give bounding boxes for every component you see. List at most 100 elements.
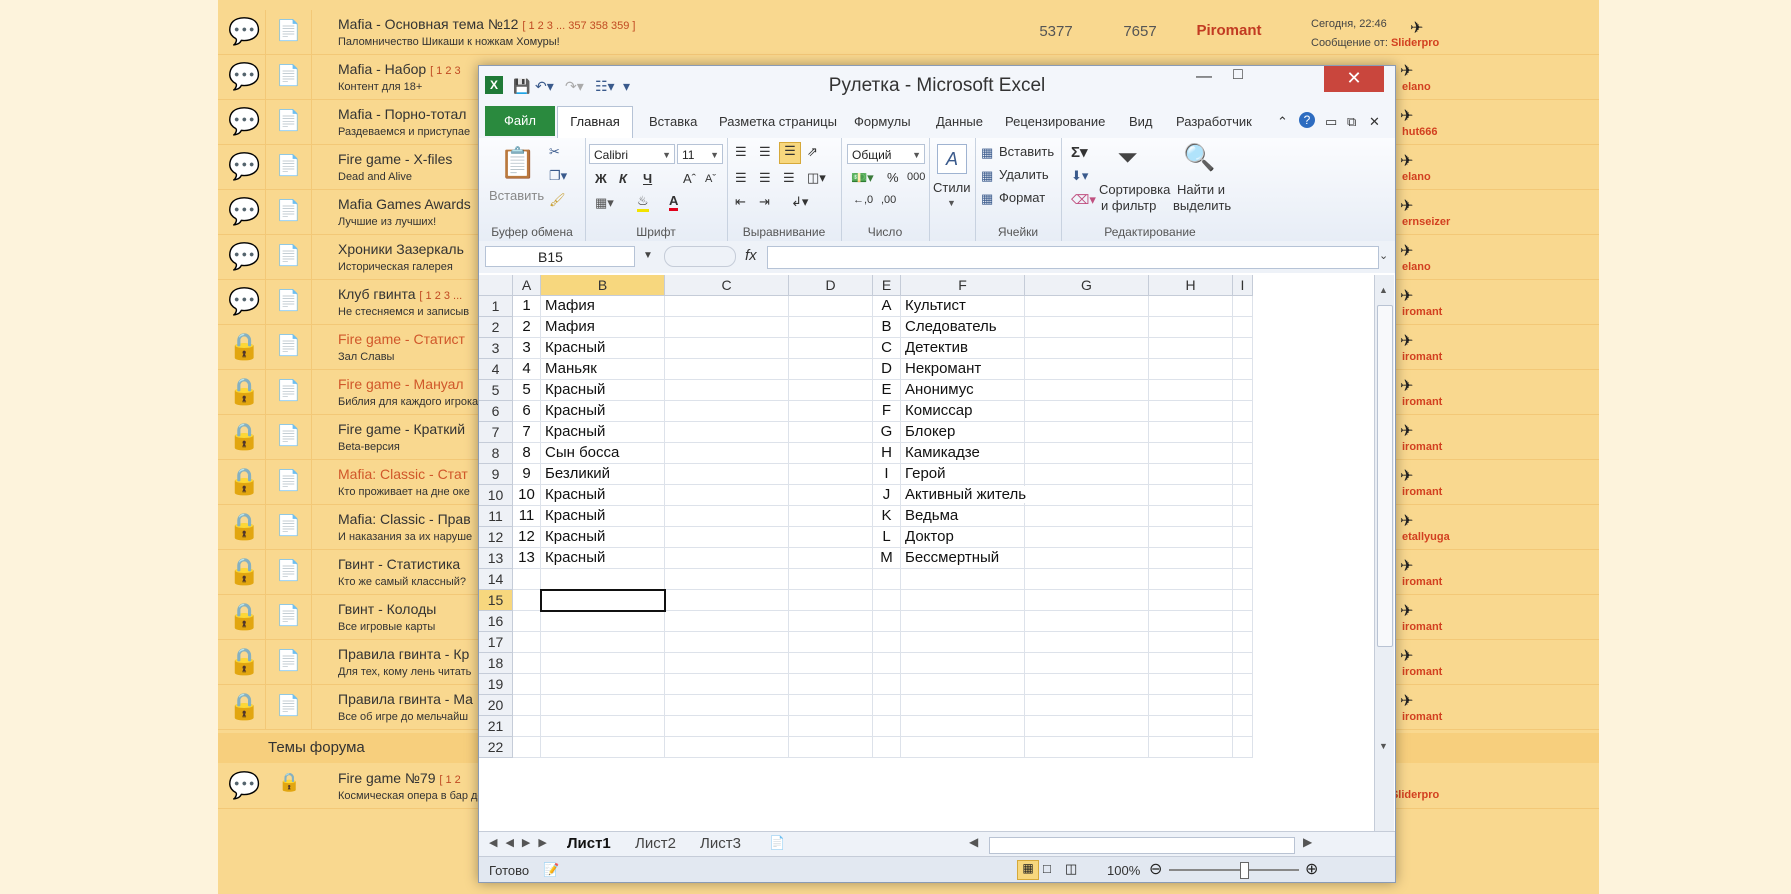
- forum-topic-link[interactable]: Fire game №79 [ 1 2: [338, 770, 461, 786]
- grow-font-icon[interactable]: Aˆ: [683, 171, 696, 186]
- go-to-post-icon[interactable]: ✈: [1400, 61, 1413, 81]
- bold-button[interactable]: Ж: [595, 171, 607, 186]
- selected-cell-b15[interactable]: [540, 589, 666, 612]
- cell-e3[interactable]: C: [873, 338, 901, 359]
- cell-i19[interactable]: [1233, 674, 1253, 695]
- cell-b19[interactable]: [541, 674, 665, 695]
- vertical-scrollbar[interactable]: ▲ ▼: [1374, 275, 1394, 831]
- cell-d12[interactable]: [789, 527, 873, 548]
- maximize-icon[interactable]: □: [1223, 66, 1253, 92]
- cell-d13[interactable]: [789, 548, 873, 569]
- cell-b12[interactable]: Красный: [541, 527, 665, 548]
- cell-h10[interactable]: [1149, 485, 1233, 506]
- row-header[interactable]: 2: [479, 317, 513, 338]
- cell-f9[interactable]: Герой: [901, 464, 1025, 485]
- font-size-select[interactable]: 11 ▼: [677, 144, 723, 164]
- doc-restore-icon[interactable]: ⧉: [1347, 114, 1356, 130]
- go-to-post-icon[interactable]: ✈: [1400, 196, 1413, 216]
- column-header-e[interactable]: E: [873, 275, 901, 296]
- tab-file[interactable]: Файл: [485, 106, 555, 136]
- forum-topic-link[interactable]: Mafia: Classic - Стат: [338, 466, 468, 482]
- zoom-in-icon[interactable]: ⊕: [1305, 859, 1318, 879]
- column-header-h[interactable]: H: [1149, 275, 1233, 296]
- row-header[interactable]: 22: [479, 737, 513, 758]
- cell-g16[interactable]: [1025, 611, 1149, 632]
- doc-close-icon[interactable]: ✕: [1369, 114, 1380, 130]
- go-to-post-icon[interactable]: ✈: [1410, 18, 1423, 38]
- column-header-a[interactable]: A: [513, 275, 541, 296]
- cell-f10[interactable]: Активный житель: [901, 485, 1027, 506]
- row-header[interactable]: 5: [479, 380, 513, 401]
- cell-g1[interactable]: [1025, 296, 1149, 317]
- forum-last-post-user[interactable]: iromant: [1402, 486, 1442, 498]
- cell-i14[interactable]: [1233, 569, 1253, 590]
- cell-d10[interactable]: [789, 485, 873, 506]
- cell-f14[interactable]: [901, 569, 1025, 590]
- cell-g4[interactable]: [1025, 359, 1149, 380]
- forum-last-post-user[interactable]: iromant: [1402, 396, 1442, 408]
- vertical-scrollbar-thumb[interactable]: [1377, 305, 1393, 647]
- select-all-corner[interactable]: [479, 275, 513, 296]
- cell-f5[interactable]: Анонимус: [901, 380, 1025, 401]
- row-header[interactable]: 15: [479, 590, 513, 611]
- format-cells-button[interactable]: Формат: [999, 190, 1045, 205]
- cell-a16[interactable]: [513, 611, 541, 632]
- cell-a9[interactable]: 9: [513, 464, 541, 485]
- zoom-slider-thumb[interactable]: [1240, 862, 1249, 879]
- align-top-icon[interactable]: ☰: [735, 144, 747, 160]
- fill-icon[interactable]: ⬇▾: [1071, 168, 1088, 184]
- forum-topic-link[interactable]: Fire game - X-files: [338, 151, 452, 167]
- cell-f8[interactable]: Камикадзе: [901, 443, 1025, 464]
- column-header-g[interactable]: G: [1025, 275, 1149, 296]
- go-to-post-icon[interactable]: ✈: [1400, 286, 1413, 306]
- cell-h8[interactable]: [1149, 443, 1233, 464]
- cell-i9[interactable]: [1233, 464, 1253, 485]
- cell-d19[interactable]: [789, 674, 873, 695]
- go-to-post-icon[interactable]: ✈: [1400, 151, 1413, 171]
- cell-a15[interactable]: [513, 590, 541, 611]
- cell-b20[interactable]: [541, 695, 665, 716]
- cell-h12[interactable]: [1149, 527, 1233, 548]
- cell-h16[interactable]: [1149, 611, 1233, 632]
- cell-a22[interactable]: [513, 737, 541, 758]
- cell-d18[interactable]: [789, 653, 873, 674]
- cell-d2[interactable]: [789, 317, 873, 338]
- horizontal-scrollbar[interactable]: [989, 837, 1295, 854]
- cell-d22[interactable]: [789, 737, 873, 758]
- cell-d14[interactable]: [789, 569, 873, 590]
- tab-page-layout[interactable]: Разметка страницы: [719, 114, 837, 129]
- cell-b21[interactable]: [541, 716, 665, 737]
- cell-i13[interactable]: [1233, 548, 1253, 569]
- paste-button[interactable]: Вставить: [489, 188, 544, 203]
- cell-i3[interactable]: [1233, 338, 1253, 359]
- autosum-icon[interactable]: Σ▾: [1071, 143, 1088, 161]
- forum-last-post-user[interactable]: elano: [1402, 171, 1431, 183]
- number-format-select[interactable]: Общий ▼: [847, 144, 925, 164]
- cell-g13[interactable]: [1025, 548, 1149, 569]
- cell-c1[interactable]: [665, 296, 789, 317]
- cell-g18[interactable]: [1025, 653, 1149, 674]
- cell-d4[interactable]: [789, 359, 873, 380]
- go-to-post-icon[interactable]: ✈: [1400, 466, 1413, 486]
- row-header[interactable]: 6: [479, 401, 513, 422]
- normal-view-icon[interactable]: ▦: [1017, 860, 1039, 880]
- cell-a4[interactable]: 4: [513, 359, 541, 380]
- row-header[interactable]: 19: [479, 674, 513, 695]
- cell-g19[interactable]: [1025, 674, 1149, 695]
- go-to-post-icon[interactable]: ✈: [1400, 241, 1413, 261]
- cell-e19[interactable]: [873, 674, 901, 695]
- column-header-b[interactable]: B: [541, 275, 665, 296]
- cell-f17[interactable]: [901, 632, 1025, 653]
- cell-i15[interactable]: [1233, 590, 1253, 611]
- forum-topic-link[interactable]: Mafia - Набор [ 1 2 3: [338, 61, 461, 77]
- find-select-button-line1[interactable]: Найти и: [1177, 182, 1225, 197]
- go-to-post-icon[interactable]: ✈: [1400, 106, 1413, 126]
- cell-c20[interactable]: [665, 695, 789, 716]
- thousands-button[interactable]: 000: [907, 171, 925, 183]
- tab-insert[interactable]: Вставка: [649, 114, 697, 129]
- cell-h18[interactable]: [1149, 653, 1233, 674]
- cell-e2[interactable]: B: [873, 317, 901, 338]
- cell-e20[interactable]: [873, 695, 901, 716]
- cell-i6[interactable]: [1233, 401, 1253, 422]
- cell-a11[interactable]: 11: [513, 506, 541, 527]
